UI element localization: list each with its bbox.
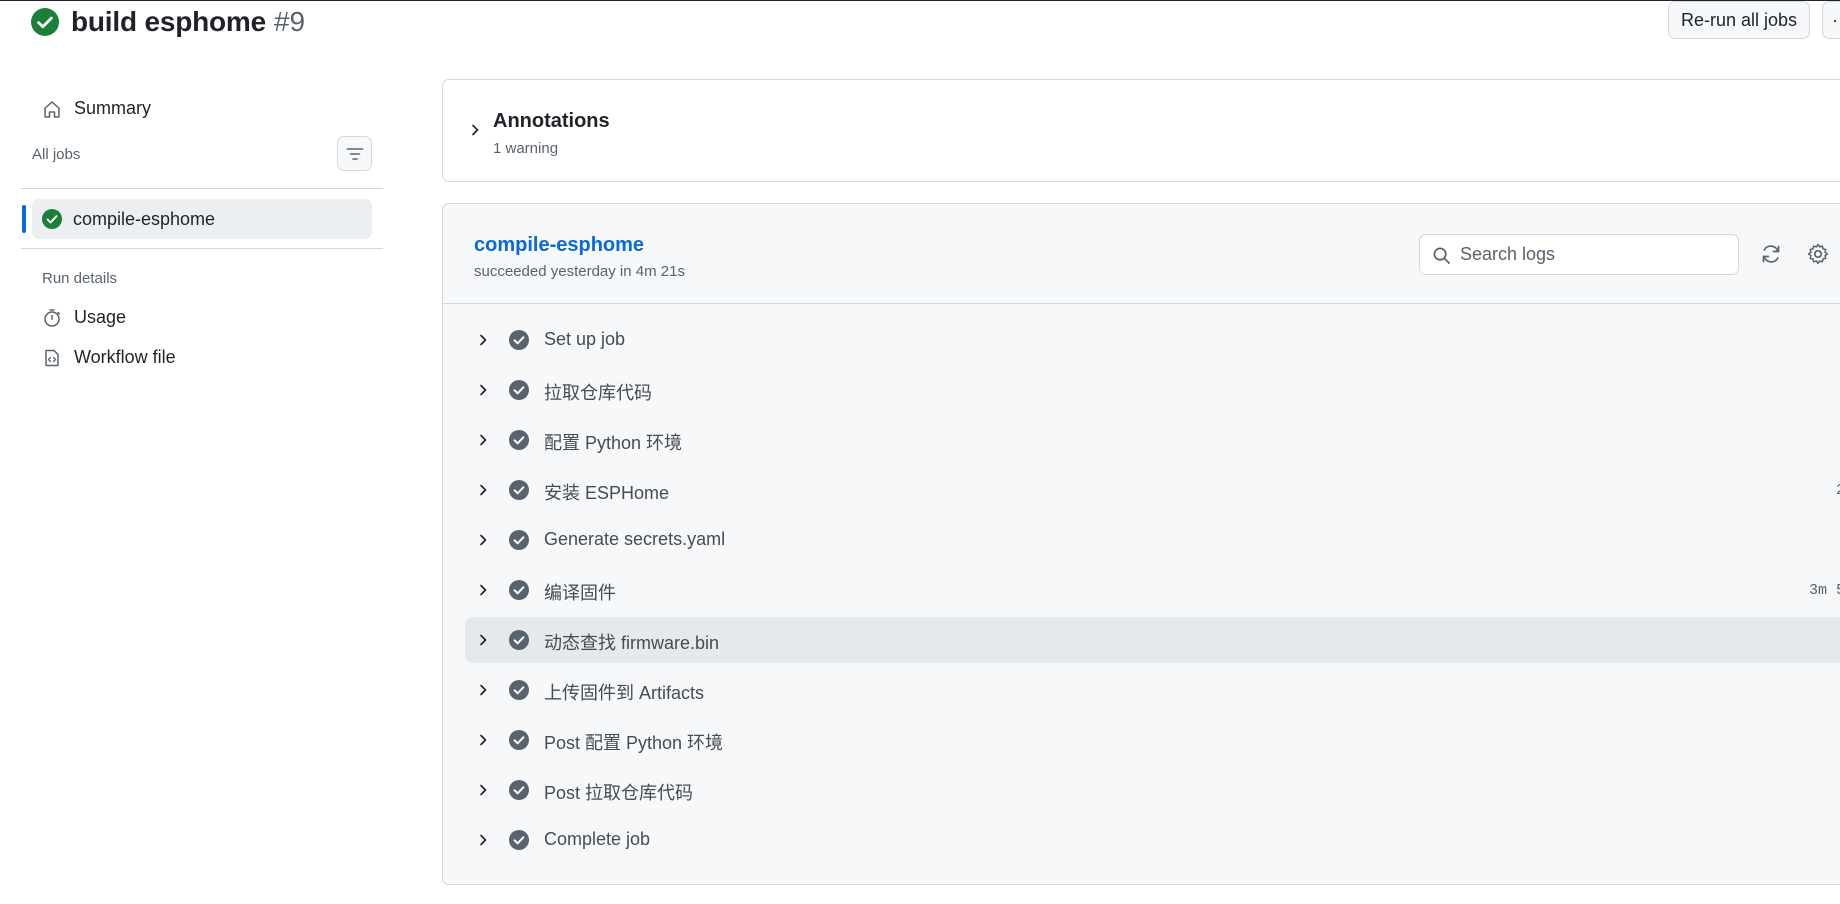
home-icon <box>44 100 60 118</box>
job-step-row[interactable]: Set up job1s <box>465 317 1840 363</box>
job-step-row[interactable]: Post 配置 Python 环境0s <box>465 717 1840 763</box>
run-number: #9 <box>273 6 306 37</box>
check-circle-fill-icon <box>509 780 529 800</box>
check-circle-fill-icon <box>31 8 59 36</box>
annotations-count: 1 warning <box>493 140 559 157</box>
check-circle-fill-icon <box>509 830 529 850</box>
stopwatch-icon <box>44 308 61 327</box>
chevron-right-icon[interactable] <box>475 482 491 498</box>
sidebar-divider <box>21 248 383 249</box>
chevron-right-icon[interactable] <box>475 382 491 398</box>
top-border <box>0 0 1840 1</box>
step-name: Post 配置 Python 环境 <box>544 733 724 753</box>
check-circle-fill-icon <box>509 630 529 650</box>
check-circle-fill-icon <box>509 680 529 700</box>
chevron-right-icon[interactable] <box>475 432 491 448</box>
annotations-card: Annotations 1 warning <box>442 79 1840 182</box>
chevron-right-icon[interactable] <box>475 732 491 748</box>
step-name: Generate secrets.yaml <box>544 529 726 549</box>
chevron-right-icon[interactable] <box>475 682 491 698</box>
step-name: Set up job <box>544 329 626 349</box>
active-job-marker <box>22 205 26 233</box>
job-step-row[interactable]: 安装 ESPHome 24s <box>465 467 1840 513</box>
chevron-right-icon[interactable] <box>475 632 491 648</box>
gear-icon[interactable] <box>1806 242 1830 266</box>
job-steps-list: Set up job1s拉取仓库代码0s配置 Python 环境1s安装 ESP… <box>465 317 1840 867</box>
step-name: 上传固件到 Artifacts <box>544 683 705 703</box>
all-jobs-label: All jobs <box>32 146 81 163</box>
job-step-row[interactable]: 动态查找 firmware.bin0s <box>465 617 1840 663</box>
search-logs-input[interactable] <box>1460 236 1730 273</box>
run-details-label: Run details <box>42 270 118 287</box>
check-circle-fill-icon <box>509 530 529 550</box>
job-step-row[interactable]: 配置 Python 环境1s <box>465 417 1840 463</box>
search-logs-box[interactable] <box>1419 234 1739 275</box>
check-circle-fill-icon <box>509 430 529 450</box>
check-circle-fill-icon <box>42 209 62 229</box>
job-panel-header: compile-esphome succeeded yesterday in 4… <box>443 204 1840 304</box>
job-step-row[interactable]: 编译固件 3m 52s <box>465 567 1840 613</box>
run-header: build esphome #9 <box>31 5 305 39</box>
job-step-row[interactable]: Post 拉取仓库代码1s <box>465 767 1840 813</box>
step-duration: 24s <box>1836 482 1840 499</box>
check-circle-fill-icon <box>509 380 529 400</box>
check-circle-fill-icon <box>509 730 529 750</box>
sidebar-item-compile-esphome[interactable]: compile-esphome <box>32 199 372 239</box>
filter-icon <box>346 147 363 160</box>
filter-jobs-button[interactable] <box>337 136 372 171</box>
sidebar-item-label: compile-esphome <box>73 208 216 229</box>
check-circle-fill-icon <box>509 580 529 600</box>
check-circle-fill-icon <box>509 480 529 500</box>
check-circle-fill-icon <box>509 330 529 350</box>
sidebar-item-label: Summary <box>74 98 152 118</box>
step-name: Post 拉取仓库代码 <box>544 783 694 803</box>
sidebar-item-summary[interactable]: Summary <box>42 98 151 119</box>
step-name: 安装 ESPHome <box>544 483 670 503</box>
file-code-icon <box>45 349 59 366</box>
refresh-icon[interactable] <box>1759 242 1783 266</box>
sidebar-divider <box>21 188 383 189</box>
step-duration: 3m 52s <box>1808 582 1840 599</box>
chevron-right-icon[interactable] <box>475 332 491 348</box>
step-name: Complete job <box>544 829 651 849</box>
annotations-title[interactable]: Annotations <box>493 110 610 133</box>
sidebar-item-workflow-file[interactable]: Workflow file <box>42 347 176 368</box>
more-options-button[interactable]: · <box>1822 1 1840 39</box>
chevron-right-icon[interactable] <box>467 122 483 138</box>
job-status-meta: succeeded yesterday in 4m 21s <box>474 263 685 280</box>
sidebar-item-label: Usage <box>74 307 127 327</box>
chevron-right-icon[interactable] <box>475 782 491 798</box>
step-name: 配置 Python 环境 <box>544 433 683 453</box>
rerun-all-jobs-button[interactable]: Re-run all jobs <box>1668 1 1810 39</box>
step-name: 编译固件 <box>544 583 616 603</box>
chevron-right-icon[interactable] <box>475 532 491 548</box>
chevron-right-icon[interactable] <box>475 832 491 848</box>
step-name: 动态查找 firmware.bin <box>544 633 720 653</box>
step-name: 拉取仓库代码 <box>544 383 652 403</box>
job-step-row[interactable]: 拉取仓库代码0s <box>465 367 1840 413</box>
chevron-right-icon[interactable] <box>475 582 491 598</box>
job-log-panel: compile-esphome succeeded yesterday in 4… <box>442 203 1840 885</box>
job-step-row[interactable]: Complete job0s <box>465 817 1840 863</box>
job-step-row[interactable]: 上传固件到 Artifacts1s <box>465 667 1840 713</box>
job-name-link[interactable]: compile-esphome <box>474 234 644 257</box>
sidebar-item-label: Workflow file <box>74 347 176 367</box>
sidebar-item-usage[interactable]: Usage <box>42 307 126 328</box>
search-icon <box>1433 247 1450 264</box>
job-step-row[interactable]: Generate secrets.yaml0s <box>465 517 1840 563</box>
page-title: build esphome <box>71 6 266 37</box>
